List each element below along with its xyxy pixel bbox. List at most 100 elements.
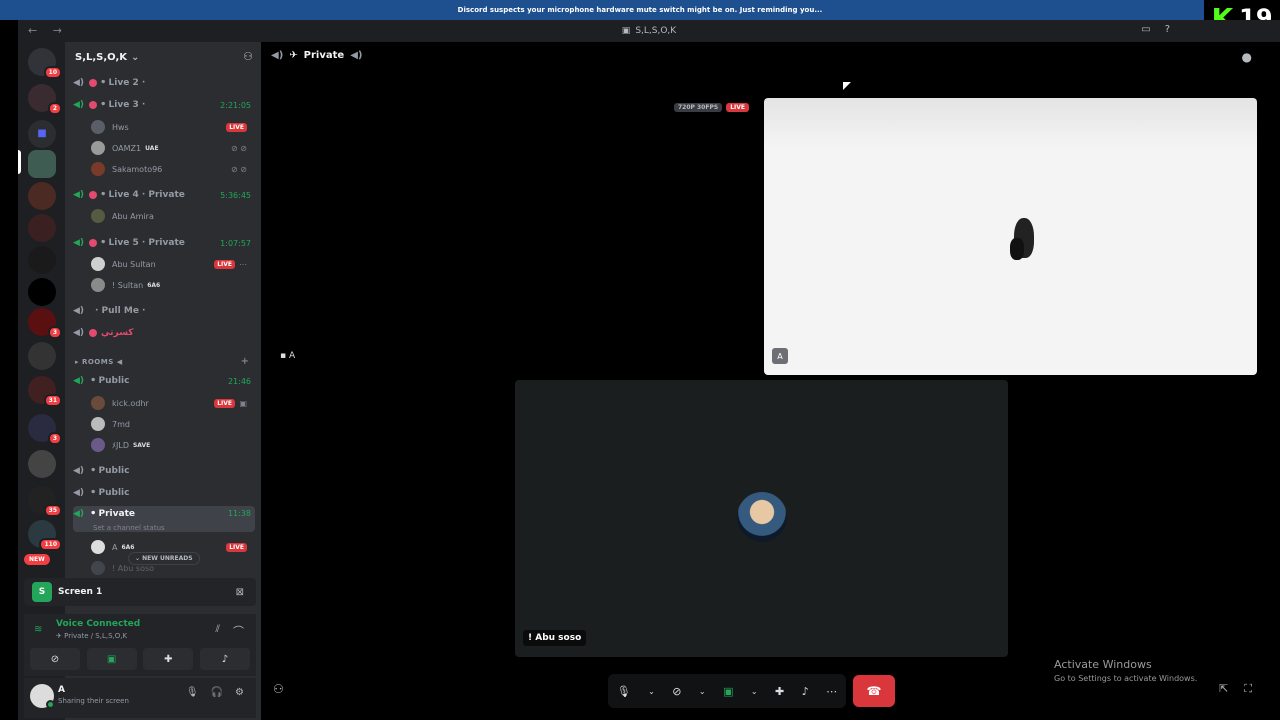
- hang-up-icon: ☎: [866, 684, 882, 698]
- participant-name: A: [288, 351, 296, 361]
- voice-user[interactable]: 7md: [91, 415, 255, 433]
- new-unreads-button[interactable]: ⌄ NEW UNREADS: [128, 552, 200, 565]
- speaker-icon: ◀): [73, 328, 85, 338]
- help-icon[interactable]: ?: [1165, 24, 1170, 35]
- stream-tile[interactable]: A: [764, 98, 1257, 375]
- server-item[interactable]: [28, 182, 56, 210]
- channel-timer: 21:46: [227, 376, 251, 386]
- voice-user[interactable]: Abu Sultan LIVE ⋯: [91, 255, 255, 273]
- chevron-down-icon[interactable]: ⌄: [648, 687, 655, 696]
- server-slsok[interactable]: [28, 150, 56, 178]
- channel-live2[interactable]: ◀) ꔷ Live 2 ·: [73, 74, 255, 92]
- camera-off-icon[interactable]: ⊘: [672, 685, 681, 698]
- channel-public2[interactable]: ◀) ꔷ Public: [73, 462, 255, 480]
- invite-icon[interactable]: ⚇: [243, 50, 253, 63]
- popout-icon[interactable]: ⇱: [1219, 682, 1228, 696]
- server-folder-2[interactable]: [28, 342, 56, 370]
- server-folder-3[interactable]: 31: [28, 376, 62, 407]
- channel-emoji[interactable]: ◀) كسرتي: [73, 324, 255, 342]
- channel-live4[interactable]: ◀) ꔷ Live 4 · Private 5:36:45: [73, 186, 255, 204]
- soundboard-icon[interactable]: ♪: [802, 685, 809, 698]
- noise-suppression-icon[interactable]: ⫽: [216, 624, 220, 635]
- speaker-icon: ◀): [73, 238, 85, 248]
- server-folder-6[interactable]: 35: [28, 486, 62, 517]
- avatar: [91, 257, 105, 271]
- mic-mute-notice: Discord suspects your microphone hardwar…: [0, 0, 1280, 20]
- titlebar-actions: ▭ ?: [1141, 24, 1170, 35]
- voice-user[interactable]: ! Sultan 6A6: [91, 276, 255, 294]
- server-folder-7[interactable]: 110: [28, 520, 62, 551]
- gear-icon[interactable]: ⚙: [235, 687, 244, 698]
- chevron-down-icon[interactable]: ⌄: [699, 687, 706, 696]
- channel-live3[interactable]: ◀) ꔷ Live 3 · 2:21:05: [73, 96, 255, 114]
- channel-timer: 5:36:45: [220, 190, 251, 200]
- user-tag: UAE: [145, 144, 159, 152]
- server-folder-4[interactable]: 3: [28, 414, 62, 445]
- avatar: [91, 278, 105, 292]
- participant-tile[interactable]: ! Abu soso: [515, 380, 1008, 657]
- avatar: [91, 438, 105, 452]
- headphones-icon[interactable]: 🎧: [211, 687, 223, 698]
- server-item[interactable]: [28, 278, 56, 306]
- channel-label: ꔷ Public: [91, 376, 130, 386]
- user-name: Hws: [112, 122, 129, 132]
- speaker-icon: ◀): [271, 50, 284, 61]
- user-controls: 🎙 🎧 ⚙: [186, 687, 244, 698]
- user-name: ! Sultan: [112, 280, 144, 290]
- microphone-icon[interactable]: 🎙: [617, 685, 631, 698]
- activities-icon[interactable]: ✚: [775, 685, 784, 698]
- voice-user[interactable]: ﾒJLD SAVE: [91, 436, 255, 454]
- soundboard-button[interactable]: ♪: [199, 648, 250, 670]
- user-panel: A Sharing their screen 🎙 🎧 ⚙: [24, 678, 256, 718]
- fullscreen-icon[interactable]: ⛶: [1244, 682, 1252, 696]
- live-badge: LIVE: [214, 398, 235, 408]
- folder-icon[interactable]: ■: [28, 120, 56, 148]
- microphone-icon[interactable]: 🎙: [186, 687, 199, 698]
- invite-to-call-icon[interactable]: ⚇: [273, 682, 284, 696]
- more-icon[interactable]: ⋯: [826, 685, 837, 698]
- channel-public1[interactable]: ◀) ꔷ Public 21:46: [73, 372, 255, 390]
- chat-icon[interactable]: ●: [1242, 50, 1252, 64]
- user-name: A: [112, 542, 118, 552]
- voice-status[interactable]: Voice Connected: [56, 619, 140, 629]
- voice-user[interactable]: kick.odhr LIVE ▣: [91, 394, 255, 412]
- category-rooms[interactable]: ▸ ROOMS ◀: [75, 358, 123, 366]
- disconnect-button[interactable]: ☎: [853, 675, 895, 707]
- share-screen-button[interactable]: ▣: [86, 648, 137, 670]
- call-controls: 🎙 ⌄ ⊘ ⌄ ▣ ⌄ ✚ ♪ ⋯: [608, 674, 846, 708]
- add-channel-icon[interactable]: +: [241, 356, 249, 367]
- new-servers-badge[interactable]: NEW: [24, 554, 50, 565]
- server-item[interactable]: 3: [28, 308, 62, 339]
- voice-user[interactable]: Abu Amira: [91, 207, 255, 225]
- voice-user[interactable]: Hws LIVE: [91, 118, 255, 136]
- camera-off-button[interactable]: ⊘: [30, 648, 80, 670]
- voice-user[interactable]: OAMZ1 UAE ⊘ ⊘: [91, 139, 255, 157]
- screen-share-icon[interactable]: ▣: [723, 685, 733, 698]
- channel-pull-me[interactable]: ◀) · Pull Me ·: [73, 302, 255, 320]
- record-dot: [89, 239, 97, 247]
- disconnect-icon[interactable]: ⌒: [233, 623, 244, 639]
- participant-avatar: [737, 492, 787, 542]
- nav-arrows[interactable]: ← →: [28, 24, 68, 37]
- home-badge: 10: [43, 66, 62, 79]
- server-item[interactable]: [28, 214, 56, 242]
- screen-share-panel[interactable]: S Screen 1 ⊠: [24, 578, 256, 606]
- activities-button[interactable]: ✚: [143, 648, 194, 670]
- channel-public3[interactable]: ◀) ꔷ Public: [73, 484, 255, 502]
- server-item[interactable]: [28, 246, 56, 274]
- server-folder-1[interactable]: 2: [28, 84, 62, 115]
- channel-live5[interactable]: ◀) ꔷ Live 5 · Private 1:07:57: [73, 234, 255, 252]
- chevron-down-icon[interactable]: ⌄: [751, 687, 758, 696]
- channel-status[interactable]: Set a channel status: [93, 524, 165, 532]
- more-icon[interactable]: ⋯: [239, 260, 247, 269]
- voice-user[interactable]: Sakamoto96 ⊘ ⊘: [91, 160, 255, 178]
- server-folder-5[interactable]: [28, 450, 56, 478]
- inbox-icon[interactable]: ▭: [1141, 24, 1150, 35]
- live-badge: LIVE: [226, 122, 247, 132]
- home-button[interactable]: 10: [28, 48, 62, 79]
- muted-icon: ⊘ ⊘: [231, 164, 247, 174]
- stop-stream-icon[interactable]: ⊠: [236, 587, 244, 598]
- server-header[interactable]: S,L,S,O,K ⌄ ⚇: [65, 42, 261, 72]
- user-panel-name: A: [58, 685, 65, 695]
- avatar: [91, 141, 105, 155]
